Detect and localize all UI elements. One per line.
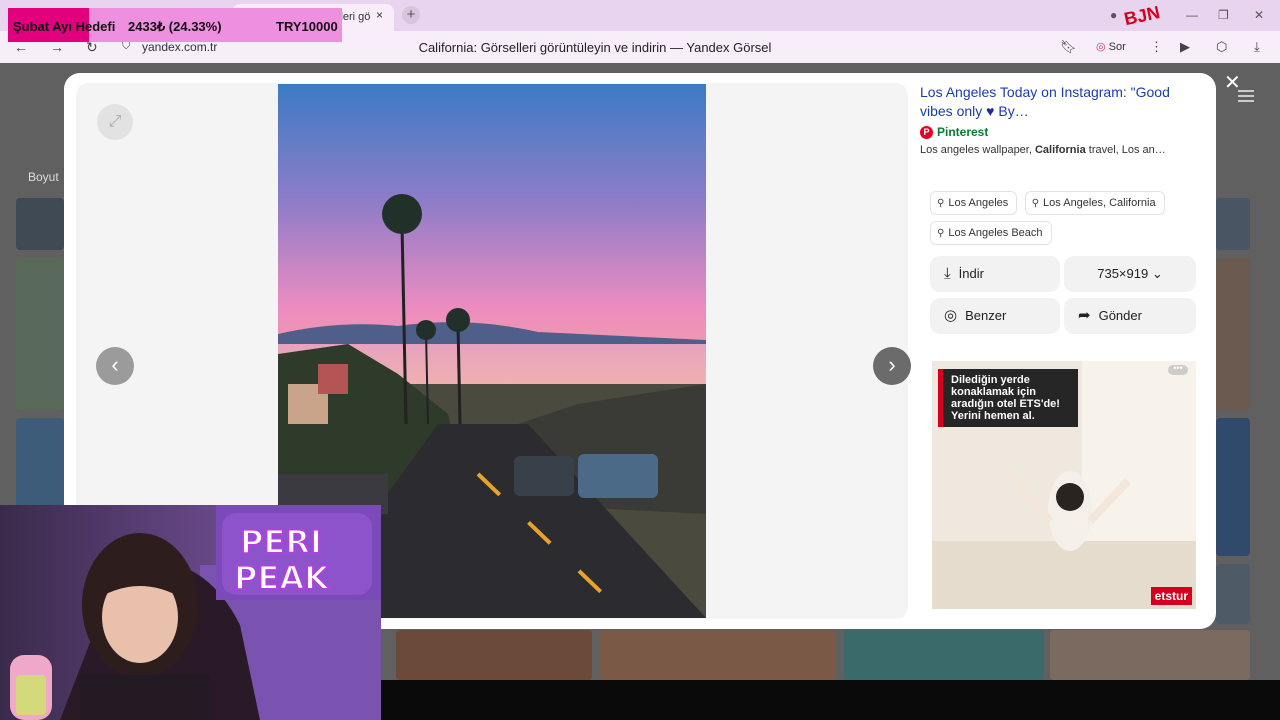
next-image-button[interactable]: › bbox=[873, 347, 911, 385]
desc-text: Los angeles wallpaper, bbox=[920, 144, 1035, 156]
result-thumbnail[interactable] bbox=[1216, 418, 1250, 556]
related-chip[interactable]: ⚲ Los Angeles, California bbox=[1024, 191, 1165, 215]
desc-highlight: California bbox=[1034, 144, 1086, 156]
goal-label: Şubat Ayı Hedefi bbox=[13, 19, 116, 34]
source-description: Los angeles wallpaper, California travel… bbox=[920, 144, 1182, 156]
size-select[interactable]: 735×919 ⌄ bbox=[1064, 256, 1196, 292]
download-label: İndir bbox=[958, 266, 984, 281]
search-icon: ⚲ bbox=[937, 228, 945, 239]
result-thumbnail[interactable] bbox=[396, 630, 592, 680]
stream-goal-widget: Şubat Ayı Hedefi 2433₺ (24.33%) TRY10000 bbox=[8, 8, 342, 42]
pinterest-icon: P bbox=[920, 125, 933, 139]
chip-label: Los Angeles, California bbox=[1043, 197, 1156, 209]
source-title-link[interactable]: Los Angeles Today on Instagram: "Good vi… bbox=[920, 83, 1190, 121]
share-label: Gönder bbox=[1098, 308, 1142, 323]
result-thumbnail[interactable] bbox=[1216, 564, 1250, 624]
alice-icon: ◎ bbox=[1096, 41, 1106, 53]
extensions-icon[interactable]: ⬡ bbox=[1216, 39, 1227, 55]
downloads-icon[interactable]: ⤓ bbox=[1254, 39, 1260, 55]
restore-icon[interactable]: ❐ bbox=[1218, 8, 1229, 22]
related-chip[interactable]: ⚲ Los Angeles bbox=[930, 191, 1018, 215]
result-thumbnail[interactable] bbox=[1050, 630, 1250, 680]
share-button[interactable]: ➦ Gönder bbox=[1064, 298, 1196, 334]
similar-button[interactable]: ◎ Benzer bbox=[930, 298, 1060, 334]
etstur-logo: etstur bbox=[1150, 587, 1192, 605]
tab-title: lleri gö bbox=[338, 11, 371, 23]
close-window-icon[interactable]: ✕ bbox=[1254, 8, 1264, 22]
tab-close-icon[interactable]: × bbox=[376, 8, 383, 22]
goal-value: 2433₺ (24.33%) bbox=[128, 19, 222, 34]
search-icon: ⚲ bbox=[937, 198, 945, 209]
ad-headline: Dilediğin yerde konaklamak için aradığın… bbox=[938, 369, 1078, 427]
share-icon: ➦ bbox=[1078, 307, 1091, 324]
previous-image-button[interactable]: ‹ bbox=[96, 347, 134, 385]
source-title-text: Los Angeles Today on Instagram: "Good vi… bbox=[920, 84, 1170, 119]
bookmark-icon[interactable]: 🔖︎ bbox=[1060, 39, 1077, 55]
search-icon: ⚲ bbox=[1031, 198, 1040, 209]
result-thumbnail[interactable] bbox=[600, 630, 836, 680]
stream-logo: BJN bbox=[1122, 2, 1161, 29]
source-site[interactable]: P Pinterest bbox=[920, 125, 1208, 139]
camera-icon: ◎ bbox=[944, 307, 958, 324]
size-label: 735×919 bbox=[1097, 266, 1149, 281]
expand-icon[interactable]: ⤢ bbox=[97, 104, 133, 140]
result-thumbnail[interactable] bbox=[16, 198, 64, 250]
close-viewer-icon[interactable]: ✕ bbox=[1224, 70, 1241, 95]
size-filter-button[interactable]: Boyut bbox=[28, 170, 59, 184]
media-icon[interactable]: ▶ bbox=[1180, 39, 1190, 55]
download-button[interactable]: ⤓ İndir bbox=[930, 256, 1060, 292]
sor-label: Sor bbox=[1108, 41, 1126, 53]
sign-line-2: PEAK bbox=[234, 559, 330, 597]
source-site-name: Pinterest bbox=[937, 125, 989, 139]
new-tab-button[interactable]: + bbox=[402, 6, 420, 24]
source-title-end: By… bbox=[994, 103, 1029, 119]
chip-label: Los Angeles Beach bbox=[948, 227, 1043, 239]
result-thumbnail[interactable] bbox=[16, 258, 64, 410]
related-chip[interactable]: ⚲ Los Angeles Beach bbox=[930, 221, 1052, 245]
chevron-down-icon: ⌄ bbox=[1151, 266, 1163, 281]
result-thumbnail[interactable] bbox=[1216, 198, 1250, 250]
desc-text-end: travel, Los an… bbox=[1085, 144, 1166, 156]
ad-options-icon[interactable]: ••• bbox=[1168, 364, 1188, 375]
related-searches: ⚲ Los Angeles ⚲ Los Angeles, California ⚲ L… bbox=[930, 191, 1200, 251]
result-thumbnail[interactable] bbox=[1216, 258, 1250, 410]
menu-dots-icon[interactable]: ⋮ bbox=[1150, 39, 1163, 55]
sor-button[interactable]: ◎ Sor bbox=[1096, 40, 1126, 53]
result-thumbnail[interactable] bbox=[16, 418, 64, 508]
similar-label: Benzer bbox=[965, 308, 1007, 323]
sign-line-1: PERI bbox=[240, 523, 322, 561]
result-thumbnail[interactable] bbox=[844, 630, 1044, 680]
peri-peak-neon-sign: PERI PEAK bbox=[216, 505, 381, 600]
image-info-panel: Los Angeles Today on Instagram: "Good vi… bbox=[920, 83, 1208, 156]
ets-advertisement[interactable]: Dilediğin yerde konaklamak için aradığın… bbox=[932, 361, 1196, 609]
goal-target: TRY10000 bbox=[276, 19, 338, 34]
stream-logo-text: BJN bbox=[1122, 2, 1161, 29]
page-title: California: Görselleri görüntüleyin ve i… bbox=[418, 40, 772, 55]
chip-label: Los Angeles bbox=[948, 197, 1009, 209]
download-icon: ⤓ bbox=[944, 265, 951, 282]
